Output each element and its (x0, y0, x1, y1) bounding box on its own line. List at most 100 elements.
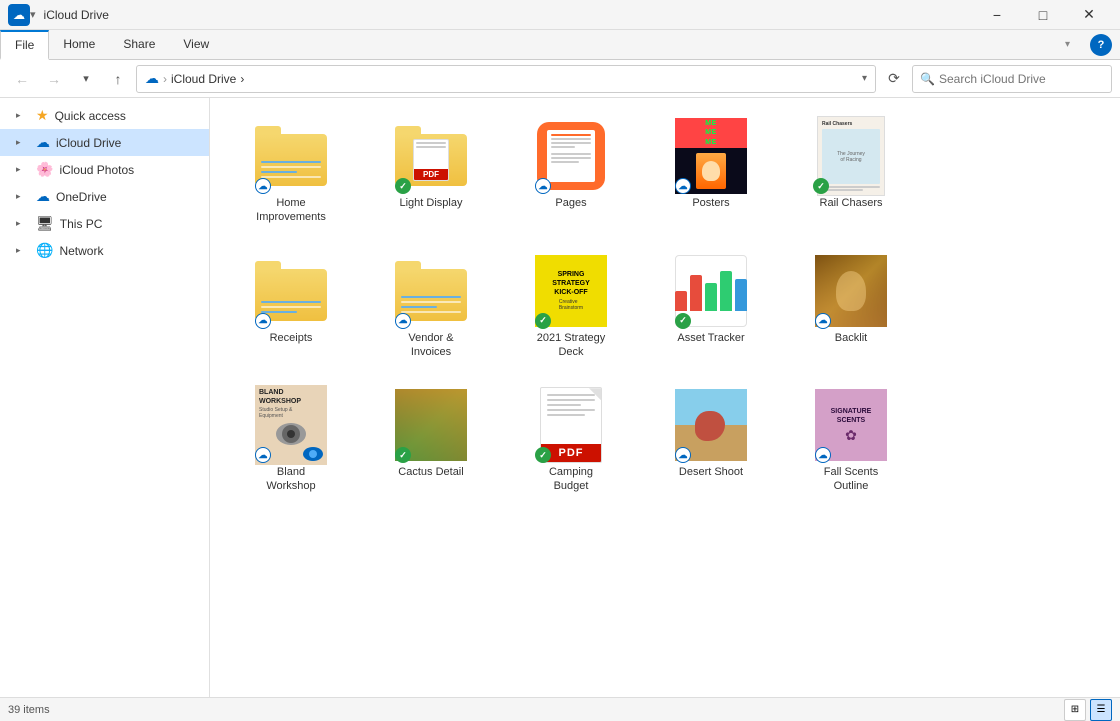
svg-text:☁: ☁ (13, 8, 25, 22)
icloud-photos-icon: 🌸 (36, 161, 53, 178)
file-item-backlit[interactable]: ☁ Backlit (786, 243, 916, 368)
file-name-vendor-invoices: Vendor &Invoices (408, 331, 453, 360)
search-input[interactable] (912, 65, 1112, 93)
path-current: iCloud Drive (171, 72, 236, 86)
tab-view[interactable]: View (169, 30, 223, 60)
item-count: 39 items (8, 704, 50, 716)
quick-settings-icon[interactable]: ▾ (30, 8, 36, 21)
sidebar-label-icloud-photos: iCloud Photos (59, 163, 134, 177)
network-icon: 🌐 (36, 242, 53, 259)
file-item-vendor-invoices[interactable]: ☁ Vendor &Invoices (366, 243, 496, 368)
expander-icon-icloud: ▸ (16, 137, 28, 148)
path-cloud-icon: ☁ (145, 70, 159, 87)
window-controls: − □ ✕ (974, 0, 1112, 30)
file-item-camping-budget[interactable]: PDF ✓ CampingBudget (506, 377, 636, 502)
expander-icon: ▸ (16, 110, 28, 121)
refresh-button[interactable]: ⟳ (880, 65, 908, 93)
back-button[interactable]: ← (8, 65, 36, 93)
ribbon-help: ▾ ? (1043, 30, 1120, 59)
file-name-home-improvements: HomeImprovements (256, 196, 326, 225)
file-item-light-display[interactable]: PDF ✓ Light Display (366, 108, 496, 233)
file-name-asset-tracker: Asset Tracker (677, 331, 744, 345)
file-name-camping-budget: CampingBudget (549, 465, 593, 494)
file-item-asset-tracker[interactable]: ✓ Asset Tracker (646, 243, 776, 368)
list-view-button[interactable]: ☰ (1090, 699, 1112, 721)
minimize-button[interactable]: − (974, 0, 1020, 30)
file-name-strategy-deck: 2021 StrategyDeck (537, 331, 606, 360)
file-name-receipts: Receipts (270, 331, 313, 345)
sidebar-label-quick-access: Quick access (55, 109, 126, 123)
expander-icon-photos: ▸ (16, 164, 28, 175)
file-item-desert-shoot[interactable]: ☁ Desert Shoot (646, 377, 776, 502)
tab-home[interactable]: Home (49, 30, 109, 60)
file-name-bland-workshop: BlandWorkshop (266, 465, 315, 494)
file-name-pages: Pages (555, 196, 586, 210)
sidebar-item-icloud-photos[interactable]: ▸ 🌸 iCloud Photos (0, 156, 209, 183)
this-pc-icon: 🖥 (36, 215, 54, 232)
receipts-thumbnail (255, 261, 327, 321)
sync-badge-cloud: ☁ (255, 178, 271, 194)
file-item-strategy-deck[interactable]: SPRINGSTRATEGYKICK-OFF CreativeBrainstor… (506, 243, 636, 368)
statusbar: 39 items ⊞ ☰ (0, 697, 1120, 721)
file-name-desert-shoot: Desert Shoot (679, 465, 743, 479)
file-name-fall-scents: Fall ScentsOutline (824, 465, 878, 494)
sidebar-item-this-pc[interactable]: ▸ 🖥 This PC (0, 210, 209, 237)
expander-icon-network: ▸ (16, 245, 28, 256)
folder-thumbnail (255, 126, 327, 186)
path-separator: › (163, 72, 167, 86)
view-controls: ⊞ ☰ (1064, 699, 1112, 721)
window-title: iCloud Drive (44, 8, 974, 22)
file-item-fall-scents[interactable]: SIGNATURESCENTS ✿ ☁ Fall ScentsOutline (786, 377, 916, 502)
file-area: ☁ HomeImprovements (210, 98, 1120, 697)
titlebar: ☁ ▾ iCloud Drive − □ ✕ (0, 0, 1120, 30)
recent-locations-button[interactable]: ▾ (72, 65, 100, 93)
sync-badge-vendor: ☁ (395, 313, 411, 329)
search-wrap: 🔍 (912, 65, 1112, 93)
sidebar-label-this-pc: This PC (60, 217, 103, 231)
icon-view-button[interactable]: ⊞ (1064, 699, 1086, 721)
file-name-backlit: Backlit (835, 331, 867, 345)
sidebar-item-icloud-drive[interactable]: ▸ ☁ iCloud Drive (0, 129, 209, 156)
close-button[interactable]: ✕ (1066, 0, 1112, 30)
file-name-posters: Posters (692, 196, 729, 210)
sync-badge-backlit: ☁ (815, 313, 831, 329)
file-item-home-improvements[interactable]: ☁ HomeImprovements (226, 108, 356, 233)
sync-badge-pages: ☁ (535, 178, 551, 194)
file-item-pages[interactable]: ☁ Pages (506, 108, 636, 233)
file-item-rail-chasers[interactable]: Rail Chasers The Journeyof Racing ✓ Rail… (786, 108, 916, 233)
address-path[interactable]: ☁ › iCloud Drive › ▾ (136, 65, 876, 93)
maximize-button[interactable]: □ (1020, 0, 1066, 30)
sync-badge-ok: ✓ (395, 178, 411, 194)
icloud-drive-icon: ☁ (36, 134, 50, 151)
file-name-cactus-detail: Cactus Detail (398, 465, 463, 479)
sidebar-item-network[interactable]: ▸ 🌐 Network (0, 237, 209, 264)
sync-badge-asset: ✓ (675, 313, 691, 329)
sidebar-label-network: Network (59, 244, 103, 258)
sync-badge-rail: ✓ (813, 178, 829, 194)
path-end-arrow: › (240, 72, 244, 86)
file-item-receipts[interactable]: ☁ Receipts (226, 243, 356, 368)
ribbon: File Home Share View ▾ ? (0, 30, 1120, 60)
expander-icon-onedrive: ▸ (16, 191, 28, 202)
expand-ribbon-button[interactable]: ▾ (1051, 39, 1084, 52)
tab-file[interactable]: File (0, 30, 49, 60)
app-icon: ☁ (8, 4, 30, 26)
sync-badge-strategy: ✓ (535, 313, 551, 329)
sidebar-label-onedrive: OneDrive (56, 190, 107, 204)
up-button[interactable]: ↑ (104, 65, 132, 93)
file-item-bland-workshop[interactable]: BLANDWORKSHOP Studio Setup &Equipment ☁ (226, 377, 356, 502)
forward-button[interactable]: → (40, 65, 68, 93)
quick-access-icon: ★ (36, 107, 49, 124)
folder-pdf-thumbnail: PDF (395, 126, 467, 186)
vendor-thumbnail (395, 261, 467, 321)
sidebar: ▸ ★ Quick access ▸ ☁ iCloud Drive ▸ 🌸 iC… (0, 98, 210, 697)
sync-badge-posters: ☁ (675, 178, 691, 194)
sidebar-item-onedrive[interactable]: ▸ ☁ OneDrive (0, 183, 209, 210)
sidebar-item-quick-access[interactable]: ▸ ★ Quick access (0, 102, 209, 129)
main-area: ▸ ★ Quick access ▸ ☁ iCloud Drive ▸ 🌸 iC… (0, 98, 1120, 697)
file-item-posters[interactable]: MEMEME ☁ Posters (646, 108, 776, 233)
path-dropdown-icon: ▾ (862, 73, 867, 84)
file-item-cactus-detail[interactable]: ✓ Cactus Detail (366, 377, 496, 502)
help-button[interactable]: ? (1090, 34, 1112, 56)
tab-share[interactable]: Share (109, 30, 169, 60)
